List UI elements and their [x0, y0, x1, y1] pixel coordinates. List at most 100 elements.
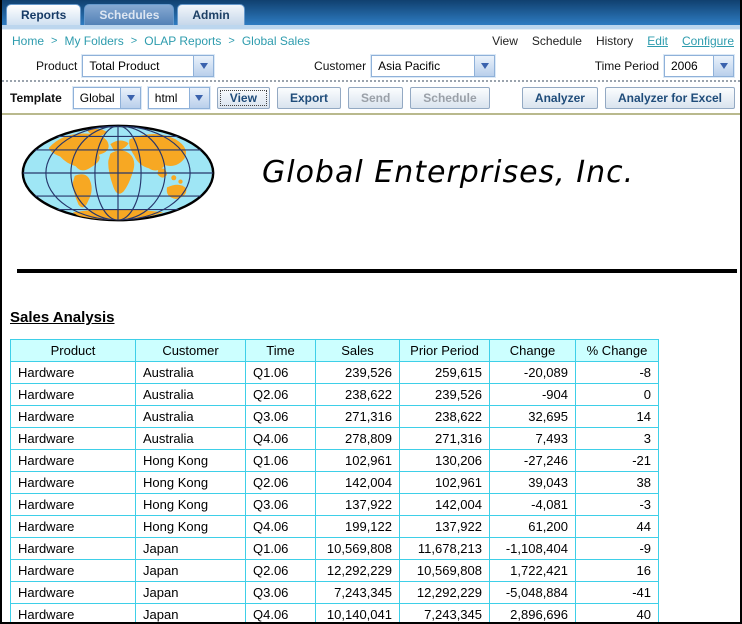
breadcrumb-action-row: Home > My Folders > OLAP Reports > Globa… [2, 30, 740, 52]
breadcrumb-olap-reports[interactable]: OLAP Reports [144, 34, 221, 48]
table-cell: 38 [575, 471, 659, 494]
report-title: Sales Analysis [10, 309, 115, 326]
table-cell: 271,316 [399, 427, 490, 450]
tab-reports[interactable]: Reports [6, 4, 82, 25]
table-cell: Q1.06 [245, 449, 316, 472]
template-controls: Template Global html View Export Send Sc… [10, 86, 490, 109]
chevron-down-icon[interactable] [713, 55, 733, 76]
format-dropdown[interactable]: html [147, 86, 210, 109]
product-dropdown[interactable]: Total Product [82, 54, 215, 77]
table-cell: -1,108,404 [489, 537, 576, 560]
table-cell: 10,140,041 [315, 603, 400, 622]
action-schedule[interactable]: Schedule [532, 34, 582, 48]
company-logo-band: Global Enterprises, Inc. [2, 115, 740, 223]
table-cell: Q1.06 [245, 537, 316, 560]
breadcrumb-home[interactable]: Home [12, 34, 44, 48]
table-cell: Australia [135, 427, 246, 450]
breadcrumb: Home > My Folders > OLAP Reports > Globa… [12, 34, 310, 48]
analyzer-button[interactable]: Analyzer [521, 86, 598, 109]
company-name: Global Enterprises, Inc. [262, 155, 635, 190]
table-cell: Hardware [10, 471, 136, 494]
tab-admin[interactable]: Admin [177, 4, 245, 25]
table-cell: Hardware [10, 427, 136, 450]
col-header-sales: Sales [315, 339, 400, 362]
table-cell: 239,526 [315, 361, 400, 384]
table-cell: 102,961 [399, 471, 490, 494]
table-cell: -27,246 [489, 449, 576, 472]
table-cell: Q4.06 [245, 427, 316, 450]
analyzer-for-excel-button[interactable]: Analyzer for Excel [604, 86, 735, 109]
table-row: Hardware Japan Q3.06 7,243,345 12,292,229 -5,… [10, 581, 659, 604]
table-cell: 10,569,808 [399, 559, 490, 582]
template-toolbar: Template Global html View Export Send Sc… [2, 82, 740, 113]
table-cell: Q2.06 [245, 471, 316, 494]
col-header-customer: Customer [135, 339, 246, 362]
table-header-row: Product Customer Time Sales Prior Period… [10, 339, 659, 362]
table-cell: 2,896,696 [489, 603, 576, 622]
table-cell: Japan [135, 603, 246, 622]
table-cell: 130,206 [399, 449, 490, 472]
table-cell: Q2.06 [245, 559, 316, 582]
col-header-product: Product [10, 339, 136, 362]
table-cell: 12,292,229 [399, 581, 490, 604]
schedule-button: Schedule [410, 86, 490, 109]
breadcrumb-my-folders[interactable]: My Folders [64, 34, 123, 48]
col-header-pct-change: % Change [575, 339, 659, 362]
table-cell: Hardware [10, 559, 136, 582]
table-row: Hardware Hong Kong Q3.06 137,922 142,004 -4,0… [10, 493, 659, 516]
product-dropdown-value: Total Product [89, 58, 160, 73]
chevron-down-icon[interactable] [120, 87, 140, 108]
template-dropdown[interactable]: Global [72, 86, 141, 109]
table-cell: Q4.06 [245, 603, 316, 622]
table-cell: -8 [575, 361, 659, 384]
table-cell: Hong Kong [135, 471, 246, 494]
chevron-down-icon[interactable] [474, 55, 495, 76]
col-header-change: Change [489, 339, 576, 362]
table-row: Hardware Australia Q4.06 278,809 271,316 7,49… [10, 427, 659, 450]
breadcrumb-global-sales: Global Sales [241, 34, 310, 48]
time-period-dropdown[interactable]: 2006 [664, 54, 734, 77]
table-cell: 238,622 [315, 383, 400, 406]
tab-schedules[interactable]: Schedules [84, 4, 175, 25]
table-cell: -904 [489, 383, 576, 406]
export-button[interactable]: Export [276, 86, 341, 109]
table-row: Hardware Japan Q4.06 10,140,041 7,243,345 2,8… [10, 603, 659, 622]
table-cell: Australia [135, 405, 246, 428]
table-row: Hardware Hong Kong Q2.06 142,004 102,961 39,0… [10, 471, 659, 494]
breadcrumb-separator: > [130, 35, 138, 47]
table-cell: Hardware [10, 361, 136, 384]
table-cell: 7,243,345 [399, 603, 490, 622]
table-cell: Hong Kong [135, 515, 246, 538]
action-history[interactable]: History [596, 34, 633, 48]
section-rule [17, 269, 737, 273]
table-cell: 271,316 [315, 405, 400, 428]
table-cell: -20,089 [489, 361, 576, 384]
table-cell: 0 [575, 383, 659, 406]
table-cell: 1,722,421 [489, 559, 576, 582]
customer-dropdown[interactable]: Asia Pacific [371, 54, 496, 77]
action-edit-link[interactable]: Edit [647, 34, 668, 48]
view-button[interactable]: View [216, 86, 270, 109]
table-cell: Q3.06 [245, 493, 316, 516]
parameter-row: Product Total Product Customer Asia Paci… [2, 52, 740, 79]
time-period-parameter: Time Period 2006 [595, 54, 734, 77]
action-configure-link[interactable]: Configure [682, 34, 734, 48]
table-cell: 137,922 [399, 515, 490, 538]
chevron-down-icon[interactable] [188, 87, 209, 108]
send-button: Send [347, 86, 404, 109]
table-cell: Q3.06 [245, 581, 316, 604]
table-cell: Q1.06 [245, 361, 316, 384]
table-cell: 10,569,808 [315, 537, 400, 560]
table-cell: Hong Kong [135, 493, 246, 516]
table-cell: 238,622 [399, 405, 490, 428]
table-cell: -9 [575, 537, 659, 560]
table-cell: Q4.06 [245, 515, 316, 538]
product-parameter: Product Total Product [36, 54, 215, 77]
table-cell: Q2.06 [245, 383, 316, 406]
table-cell: Japan [135, 537, 246, 560]
chevron-down-icon[interactable] [193, 55, 214, 76]
time-period-dropdown-value: 2006 [671, 58, 698, 73]
table-row: Hardware Hong Kong Q1.06 102,961 130,206 -27,… [10, 449, 659, 472]
table-cell: Japan [135, 559, 246, 582]
action-view[interactable]: View [492, 34, 518, 48]
